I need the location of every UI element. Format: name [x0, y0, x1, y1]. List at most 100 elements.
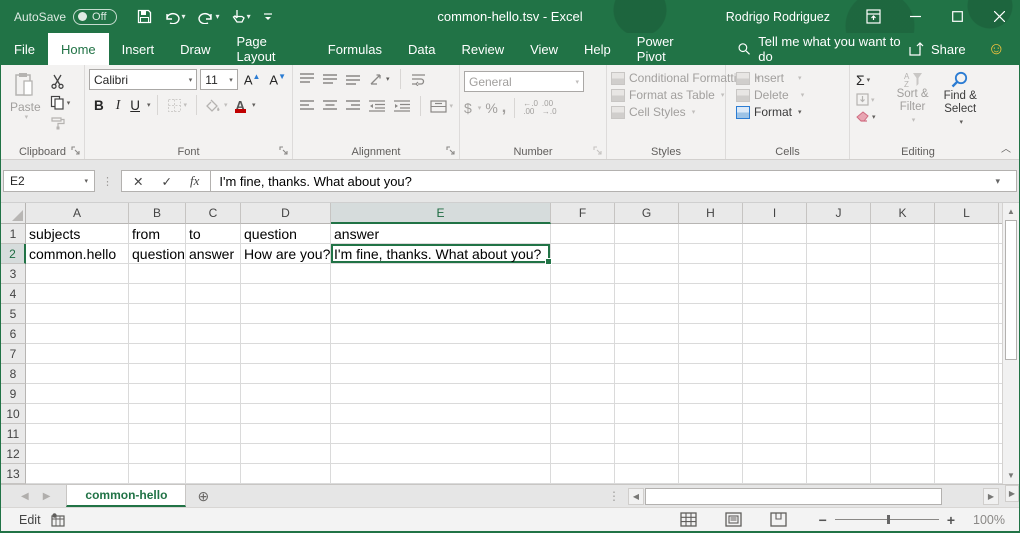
autosum-button[interactable]: Σ ▾ [854, 71, 888, 89]
cell-I12[interactable] [743, 444, 807, 464]
tab-formulas[interactable]: Formulas [315, 33, 395, 65]
scroll-right-arrow[interactable]: ▶ [983, 488, 999, 505]
column-header-J[interactable]: J [807, 203, 871, 224]
column-header-B[interactable]: B [129, 203, 186, 224]
cell-E10[interactable] [331, 404, 551, 424]
cell-B2[interactable]: question [129, 244, 186, 264]
cell-K2[interactable] [871, 244, 935, 264]
cell-B5[interactable] [129, 304, 186, 324]
cell-F10[interactable] [551, 404, 615, 424]
cell-K8[interactable] [871, 364, 935, 384]
cell-F9[interactable] [551, 384, 615, 404]
column-header-I[interactable]: I [743, 203, 807, 224]
cell-K4[interactable] [871, 284, 935, 304]
cell-G13[interactable] [615, 464, 679, 484]
cell-G12[interactable] [615, 444, 679, 464]
cell-K12[interactable] [871, 444, 935, 464]
cell-C2[interactable]: answer [186, 244, 241, 264]
tab-review[interactable]: Review [448, 33, 517, 65]
cell-I2[interactable] [743, 244, 807, 264]
cell-I5[interactable] [743, 304, 807, 324]
cell-B13[interactable] [129, 464, 186, 484]
cell-C3[interactable] [186, 264, 241, 284]
font-color-button[interactable]: A [233, 98, 248, 113]
align-right-button[interactable] [343, 98, 363, 114]
borders-button[interactable]: ▾ [164, 96, 191, 115]
align-left-button[interactable] [297, 98, 317, 114]
clear-dropdown-arrow-icon[interactable]: ▾ [872, 113, 876, 121]
cell-D12[interactable] [241, 444, 331, 464]
delete-cells-button[interactable]: Delete ▾ [736, 88, 846, 102]
cell-D8[interactable] [241, 364, 331, 384]
number-format-select[interactable]: General ▾ [464, 71, 584, 92]
cell-D10[interactable] [241, 404, 331, 424]
font-color-dropdown-arrow-icon[interactable]: ▾ [252, 101, 256, 109]
cell-K13[interactable] [871, 464, 935, 484]
cell-I6[interactable] [743, 324, 807, 344]
cell-C1[interactable]: to [186, 224, 241, 244]
cell-C8[interactable] [186, 364, 241, 384]
cell-H10[interactable] [679, 404, 743, 424]
cell-K7[interactable] [871, 344, 935, 364]
select-all-corner[interactable] [1, 203, 26, 224]
font-size-dropdown-arrow-icon[interactable]: ▾ [229, 76, 233, 84]
increase-indent-button[interactable] [391, 98, 413, 114]
cell-K5[interactable] [871, 304, 935, 324]
cell-F7[interactable] [551, 344, 615, 364]
cell-E9[interactable] [331, 384, 551, 404]
name-box[interactable]: E2 ▾ [3, 170, 95, 192]
cell-A11[interactable] [26, 424, 129, 444]
cell-B7[interactable] [129, 344, 186, 364]
row-header-8[interactable]: 8 [1, 364, 26, 384]
cell-A6[interactable] [26, 324, 129, 344]
cell-I11[interactable] [743, 424, 807, 444]
cell-A3[interactable] [26, 264, 129, 284]
user-name[interactable]: Rodrigo Rodriguez [726, 10, 830, 24]
cell-F12[interactable] [551, 444, 615, 464]
tab-power-pivot[interactable]: Power Pivot [624, 33, 712, 65]
cell-A2[interactable]: common.hello [26, 244, 129, 264]
feedback-smiley-icon[interactable]: ☺ [982, 39, 1011, 59]
decrease-indent-button[interactable] [366, 98, 388, 114]
insert-cells-button[interactable]: Insert ▾ [736, 71, 846, 85]
grow-font-button[interactable]: A▲ [241, 72, 264, 87]
next-sheet-arrow[interactable]: ▶ [43, 491, 51, 502]
cell-H3[interactable] [679, 264, 743, 284]
horizontal-scroll-thumb[interactable] [645, 488, 942, 505]
tab-data[interactable]: Data [395, 33, 448, 65]
cell-K10[interactable] [871, 404, 935, 424]
cell-D1[interactable]: question [241, 224, 331, 244]
cell-B11[interactable] [129, 424, 186, 444]
cell-J2[interactable] [807, 244, 871, 264]
cell-E2[interactable]: I'm fine, thanks. What about you? [331, 244, 551, 264]
cell-A5[interactable] [26, 304, 129, 324]
name-box-splitter[interactable]: ⋮ [95, 175, 121, 188]
column-header-F[interactable]: F [551, 203, 615, 224]
cell-F4[interactable] [551, 284, 615, 304]
cell-G3[interactable] [615, 264, 679, 284]
font-name-select[interactable]: Calibri ▾ [89, 69, 197, 90]
cell-A7[interactable] [26, 344, 129, 364]
scroll-down-arrow[interactable]: ▼ [1003, 467, 1019, 484]
paste-button[interactable]: Paste ▾ [5, 69, 46, 142]
tab-scroll-splitter[interactable]: ⋮ [602, 485, 626, 507]
cell-I9[interactable] [743, 384, 807, 404]
cell-B12[interactable] [129, 444, 186, 464]
row-header-7[interactable]: 7 [1, 344, 26, 364]
cell-G9[interactable] [615, 384, 679, 404]
tab-file[interactable]: File [1, 33, 48, 65]
shrink-font-button[interactable]: A▼ [266, 72, 289, 87]
cell-B4[interactable] [129, 284, 186, 304]
cell-E7[interactable] [331, 344, 551, 364]
prev-sheet-arrow[interactable]: ◀ [21, 491, 29, 502]
cell-A4[interactable] [26, 284, 129, 304]
cell-L1[interactable] [935, 224, 999, 244]
sort-filter-button[interactable]: AZ Sort & Filter ▾ [890, 69, 936, 142]
cell-B8[interactable] [129, 364, 186, 384]
clipboard-dialog-launcher[interactable] [71, 146, 81, 156]
cell-E3[interactable] [331, 264, 551, 284]
cell-E8[interactable] [331, 364, 551, 384]
column-header-H[interactable]: H [679, 203, 743, 224]
cell-I8[interactable] [743, 364, 807, 384]
cell-I7[interactable] [743, 344, 807, 364]
